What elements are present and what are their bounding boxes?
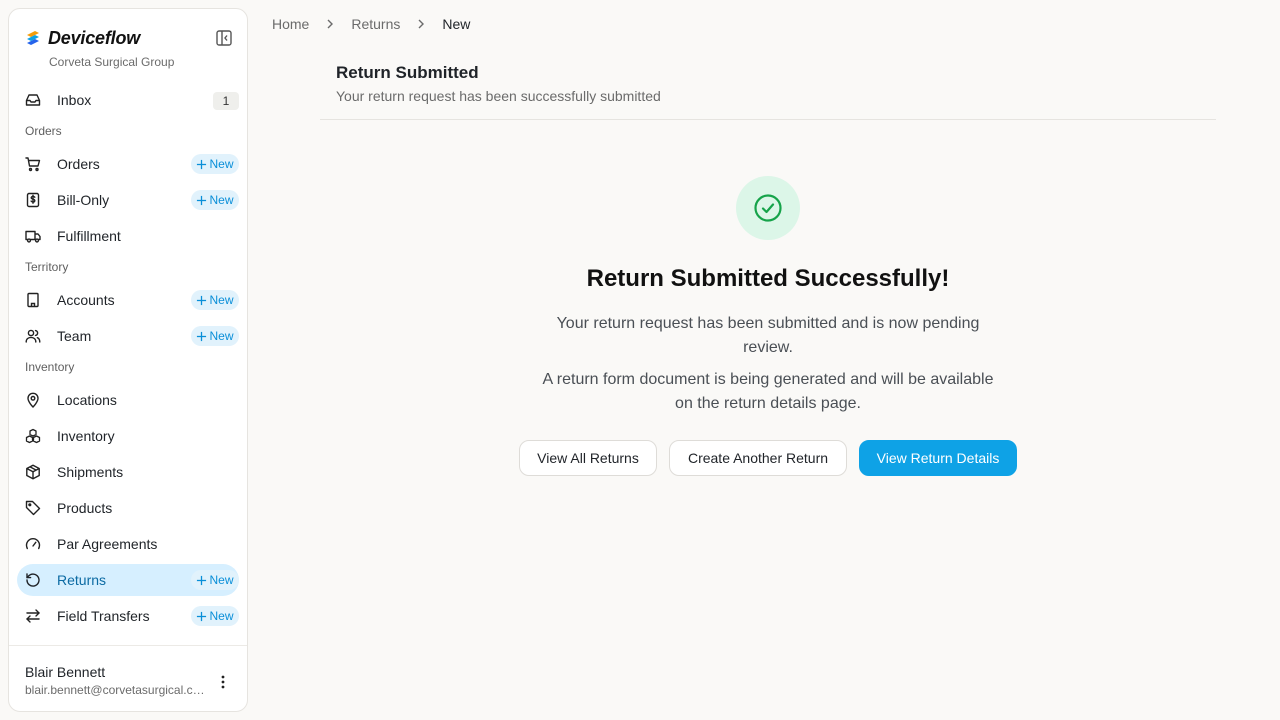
- sidebar: Deviceflow Corveta Surgical Group Inbox …: [8, 8, 248, 712]
- gauge-icon: [25, 537, 41, 550]
- sidebar-item-label: Products: [57, 500, 113, 516]
- plus-icon: [197, 331, 207, 341]
- sidebar-item-label: Field Transfers: [57, 608, 150, 624]
- sidebar-item-label: Inventory: [57, 428, 115, 444]
- plus-icon: [197, 159, 207, 169]
- sidebar-item-bill-only[interactable]: Bill-Only New: [17, 184, 239, 216]
- new-bill-only-button[interactable]: New: [191, 190, 239, 210]
- breadcrumb: Home Returns New: [272, 14, 470, 34]
- sidebar-item-label: Bill-Only: [57, 192, 110, 208]
- package-icon: [26, 464, 40, 480]
- sidebar-item-locations[interactable]: Locations: [17, 384, 239, 416]
- breadcrumb-home[interactable]: Home: [272, 16, 309, 32]
- sidebar-item-label: Orders: [57, 156, 100, 172]
- plus-icon: [197, 295, 207, 305]
- sidebar-item-orders[interactable]: Orders New: [17, 148, 239, 180]
- success-badge: [736, 176, 800, 240]
- new-team-member-button[interactable]: New: [191, 326, 239, 346]
- plus-icon: [197, 195, 207, 205]
- section-label-orders: Orders: [25, 124, 62, 138]
- tag-icon: [25, 500, 41, 516]
- sidebar-item-par-agreements[interactable]: Par Agreements: [17, 528, 239, 560]
- user-profile[interactable]: Blair Bennett blair.bennett@corvetasurgi…: [9, 645, 247, 711]
- sidebar-item-label: Accounts: [57, 292, 115, 308]
- plus-icon: [197, 611, 207, 621]
- more-vertical-icon[interactable]: [215, 674, 231, 690]
- users-icon: [25, 329, 41, 343]
- success-title: Return Submitted Successfully!: [586, 265, 950, 292]
- sidebar-collapse-icon[interactable]: [215, 29, 233, 47]
- sidebar-item-accounts[interactable]: Accounts New: [17, 284, 239, 316]
- page-header: Return Submitted Your return request has…: [320, 60, 1216, 120]
- success-message: Your return request has been submitted a…: [556, 315, 980, 356]
- sidebar-item-field-transfers[interactable]: Field Transfers New: [17, 600, 239, 632]
- deviceflow-logo-icon: [27, 31, 39, 45]
- truck-icon: [25, 230, 41, 243]
- organization-name: Corveta Surgical Group: [49, 55, 175, 69]
- sidebar-item-inbox[interactable]: Inbox 1: [17, 84, 239, 116]
- inbox-count-badge: 1: [213, 92, 239, 110]
- arrows-left-right-icon: [26, 609, 40, 623]
- sidebar-item-label: Shipments: [57, 464, 124, 480]
- check-circle-icon: [754, 194, 782, 222]
- new-field-transfer-button[interactable]: New: [191, 606, 239, 626]
- section-label-inventory: Inventory: [25, 360, 75, 374]
- sidebar-item-fulfillment[interactable]: Fulfillment: [17, 220, 239, 252]
- chevron-right-icon: [327, 19, 334, 29]
- new-label: New: [209, 193, 234, 207]
- new-label: New: [209, 293, 234, 307]
- sidebar-item-label: Inbox: [57, 92, 92, 108]
- new-label: New: [209, 329, 234, 343]
- building-icon: [27, 292, 39, 308]
- sidebar-item-inventory[interactable]: Inventory: [17, 420, 239, 452]
- new-label: New: [209, 573, 234, 587]
- new-label: New: [209, 157, 234, 171]
- brand-name: Deviceflow: [48, 27, 141, 48]
- page-title: Return Submitted: [336, 63, 479, 82]
- document-generation-message: A return form document is being generate…: [542, 371, 994, 412]
- sidebar-item-shipments[interactable]: Shipments: [17, 456, 239, 488]
- view-return-details-button[interactable]: View Return Details: [859, 440, 1017, 476]
- sidebar-item-products[interactable]: Products: [17, 492, 239, 524]
- receipt-dollar-icon: [26, 192, 40, 208]
- cart-icon: [25, 157, 41, 172]
- create-another-return-button[interactable]: Create Another Return: [669, 440, 847, 476]
- user-name: Blair Bennett: [25, 664, 106, 680]
- chevron-right-icon: [418, 19, 425, 29]
- sidebar-item-label: Locations: [57, 392, 117, 408]
- section-label-territory: Territory: [25, 260, 69, 274]
- plus-icon: [197, 575, 207, 585]
- inbox-icon: [25, 94, 41, 106]
- sidebar-item-returns[interactable]: Returns New: [17, 564, 239, 596]
- new-order-button[interactable]: New: [191, 154, 239, 174]
- new-return-button[interactable]: New: [191, 570, 239, 590]
- brand[interactable]: Deviceflow: [25, 27, 140, 49]
- sidebar-item-label: Fulfillment: [57, 228, 121, 244]
- sidebar-item-label: Par Agreements: [57, 536, 158, 552]
- sidebar-nav: Inbox 1 Orders Orders New Bill-Only New …: [17, 84, 239, 636]
- sidebar-item-label: Returns: [57, 572, 107, 588]
- map-pin-icon: [27, 392, 39, 408]
- rotate-ccw-icon: [26, 573, 40, 587]
- page-subtitle: Your return request has been successfull…: [336, 88, 661, 104]
- new-account-button[interactable]: New: [191, 290, 239, 310]
- user-email: blair.bennett@corvetasurgical.com: [25, 683, 209, 697]
- sidebar-item-team[interactable]: Team New: [17, 320, 239, 352]
- sidebar-item-label: Team: [57, 328, 92, 344]
- breadcrumb-current: New: [442, 16, 471, 32]
- boxes-icon: [25, 428, 41, 444]
- view-all-returns-button[interactable]: View All Returns: [519, 440, 657, 476]
- new-label: New: [209, 609, 234, 623]
- breadcrumb-returns[interactable]: Returns: [351, 16, 400, 32]
